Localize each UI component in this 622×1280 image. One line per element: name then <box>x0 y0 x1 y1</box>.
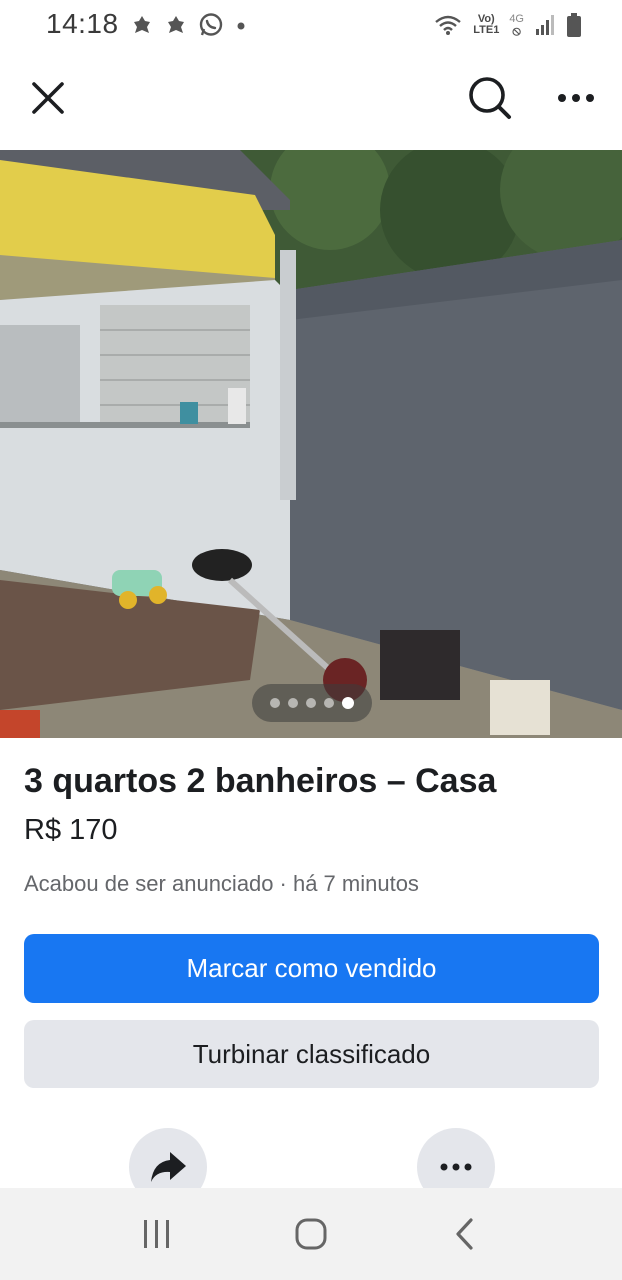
network-label: Vo) LTE1 <box>473 14 499 36</box>
more-horizontal-icon <box>558 94 594 102</box>
pager-dot[interactable] <box>306 698 316 708</box>
system-nav-bar <box>0 1188 622 1280</box>
signal-icon <box>534 13 556 37</box>
listing-title: 3 quartos 2 banheiros – Casa <box>24 762 497 800</box>
home-icon <box>295 1218 327 1250</box>
photo-pager <box>252 684 372 722</box>
notification-icon <box>130 13 154 37</box>
recent-apps-button[interactable] <box>127 1204 187 1264</box>
pager-dot[interactable] <box>324 698 334 708</box>
screen: 14:18 Vo) LTE1 4G ⦸ 3 quartos 2 banheiro… <box>0 0 622 1280</box>
boost-listing-button[interactable]: Turbinar classificado <box>24 1020 599 1088</box>
status-time: 14:18 <box>46 8 119 39</box>
status-bar: 14:18 Vo) LTE1 4G ⦸ <box>0 0 622 50</box>
mark-as-sold-button[interactable]: Marcar como vendido <box>24 934 599 1003</box>
house-photo-image <box>0 150 622 738</box>
search-button[interactable] <box>462 70 518 126</box>
back-icon <box>456 1218 473 1250</box>
listing-status: Acabou de ser anunciado <box>24 871 274 896</box>
listing-time-ago: · há 7 minutos <box>279 871 419 896</box>
listing-meta: Acabou de ser anunciado · há 7 minutos <box>24 871 419 897</box>
more-horizontal-icon <box>440 1163 472 1171</box>
network-bottom-text: LTE1 <box>473 24 500 36</box>
wifi-icon <box>433 13 463 37</box>
pager-dot[interactable] <box>288 698 298 708</box>
network-type: 4G ⦸ <box>509 13 524 38</box>
whatsapp-icon <box>198 12 224 38</box>
pager-dot-active[interactable] <box>342 697 354 709</box>
notification-icon <box>164 13 188 37</box>
listing-photo[interactable] <box>0 150 622 738</box>
close-icon <box>32 82 64 114</box>
search-icon <box>469 77 511 119</box>
home-button[interactable] <box>281 1204 341 1264</box>
status-icons-right: Vo) LTE1 4G ⦸ <box>433 10 582 40</box>
pager-dot[interactable] <box>270 698 280 708</box>
dot-icon <box>234 18 248 32</box>
app-bar <box>0 50 622 150</box>
battery-icon <box>566 12 582 38</box>
more-options-button[interactable] <box>548 70 604 126</box>
share-icon <box>151 1152 186 1182</box>
back-button[interactable] <box>435 1204 495 1264</box>
status-icons-left <box>130 10 248 40</box>
recent-apps-icon <box>144 1220 169 1248</box>
listing-price: R$ 170 <box>24 814 118 846</box>
close-button[interactable] <box>20 70 76 126</box>
